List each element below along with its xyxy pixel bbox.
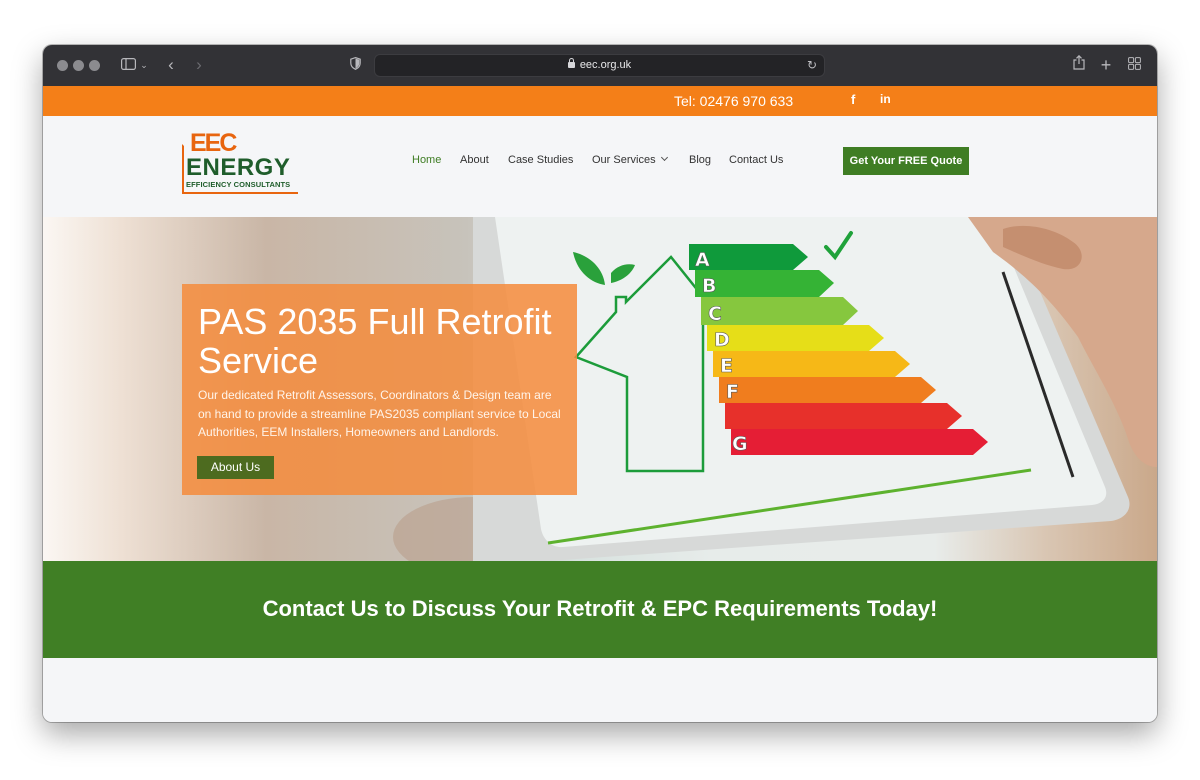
nav-our-services[interactable]: Our Services [592,153,668,166]
forward-icon[interactable]: › [191,55,207,75]
svg-text:F: F [726,381,739,403]
address-url: eec.org.uk [579,59,632,71]
svg-text:G: G [732,433,748,455]
site-header: EEC ENERGY EFFICIENCY CONSULTANTS Home A… [43,116,1157,217]
hero-content-box: PAS 2035 Full Retrofit Service Our dedic… [182,284,577,495]
address-bar[interactable]: eec.org.uk ↻ [374,54,825,77]
sidebar-icon[interactable] [118,55,138,75]
about-us-button[interactable]: About Us [197,456,274,479]
browser-toolbar: ⌄ ‹ › eec.org.uk ↻ + [43,45,1157,86]
svg-text:E: E [720,355,733,377]
zoom-window-dot[interactable] [89,60,100,71]
nav-our-services-label: Our Services [592,154,656,166]
nav-blog[interactable]: Blog [689,154,711,166]
nav-home[interactable]: Home [412,154,441,166]
new-tab-icon[interactable]: + [1098,55,1114,75]
share-icon[interactable] [1071,54,1087,75]
close-window-dot[interactable] [57,60,68,71]
linkedin-icon[interactable]: in [880,92,891,106]
svg-text:A: A [695,249,710,271]
hero-title: PAS 2035 Full Retrofit Service [198,301,552,381]
get-free-quote-button[interactable]: Get Your FREE Quote [843,147,969,175]
nav-about[interactable]: About [460,154,489,166]
back-icon[interactable]: ‹ [163,55,179,75]
lock-icon [567,58,575,68]
nav-contact-us[interactable]: Contact Us [729,154,783,166]
svg-text:C: C [708,303,722,325]
svg-text:B: B [702,275,716,297]
chevron-down-icon [660,153,668,162]
hero-section: A B C D E F G PAS 2035 Full Retrofit Ser… [43,217,1157,561]
browser-window: ⌄ ‹ › eec.org.uk ↻ + Tel: 02476 970 633 … [43,45,1157,722]
facebook-icon[interactable]: f [851,92,855,107]
site-logo[interactable]: EEC ENERGY EFFICIENCY CONSULTANTS [180,129,300,195]
nav-case-studies[interactable]: Case Studies [508,154,573,166]
hero-description: Our dedicated Retrofit Assessors, Coordi… [198,388,561,439]
minimize-window-dot[interactable] [73,60,84,71]
contact-topbar: Tel: 02476 970 633 f in [43,86,1157,116]
banner-heading[interactable]: Contact Us to Discuss Your Retrofit & EP… [43,596,1157,622]
tab-overview-icon[interactable] [1126,55,1142,75]
logo-energy-text: ENERGY [186,154,291,181]
reload-icon[interactable]: ↻ [807,58,817,72]
svg-text:D: D [714,329,730,351]
sidebar-menu-chevron-icon[interactable]: ⌄ [139,55,149,75]
phone-number[interactable]: Tel: 02476 970 633 [674,93,793,109]
page-content-below [43,658,1157,722]
logo-subtitle: EFFICIENCY CONSULTANTS [186,180,291,189]
shield-icon[interactable] [347,55,363,75]
contact-cta-banner: Contact Us to Discuss Your Retrofit & EP… [43,561,1157,658]
